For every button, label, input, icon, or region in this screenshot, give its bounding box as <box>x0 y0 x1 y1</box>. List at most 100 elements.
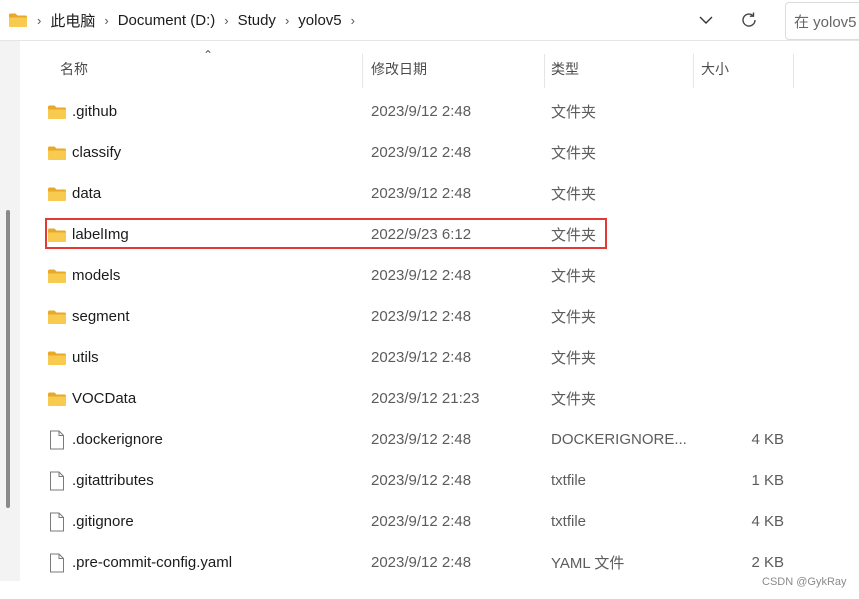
folder-icon <box>46 378 68 419</box>
file-icon <box>46 460 68 501</box>
column-header-type[interactable]: 类型 <box>551 48 579 90</box>
file-name[interactable]: labelImg <box>72 214 129 255</box>
breadcrumb[interactable]: › 此电脑 › Document (D:) › Study › yolov5 › <box>0 0 772 40</box>
file-name[interactable]: .github <box>72 91 117 132</box>
file-type: 文件夹 <box>551 227 597 244</box>
file-type: YAML 文件 <box>551 555 625 572</box>
folder-icon <box>46 214 68 255</box>
file-row[interactable]: classify 2023/9/12 2:48 文件夹 <box>20 132 859 173</box>
search-input[interactable]: 在 yolov5 <box>785 2 859 40</box>
file-size: 4 KB <box>751 513 784 530</box>
file-name[interactable]: .gitattributes <box>72 460 154 501</box>
address-bar: › 此电脑 › Document (D:) › Study › yolov5 ›… <box>0 0 859 41</box>
column-divider[interactable] <box>544 54 545 88</box>
file-row[interactable]: segment 2023/9/12 2:48 文件夹 <box>20 296 859 337</box>
scrollbar-track[interactable] <box>0 41 20 581</box>
file-type: 文件夹 <box>551 104 597 121</box>
file-row[interactable]: VOCData 2023/9/12 21:23 文件夹 <box>20 378 859 419</box>
file-size: 1 KB <box>751 472 784 489</box>
file-row[interactable]: labelImg 2022/9/23 6:12 文件夹 <box>20 214 859 255</box>
file-list: .github 2023/9/12 2:48 文件夹 classify 2023/9/1… <box>20 91 859 583</box>
file-row[interactable]: utils 2023/9/12 2:48 文件夹 <box>20 337 859 378</box>
refresh-button[interactable] <box>736 7 762 33</box>
file-name[interactable]: segment <box>72 296 130 337</box>
file-date: 2023/9/12 2:48 <box>371 513 472 530</box>
refresh-icon <box>742 12 756 27</box>
file-row[interactable]: data 2023/9/12 2:48 文件夹 <box>20 173 859 214</box>
chevron-right-icon[interactable]: › <box>104 13 108 28</box>
file-icon <box>46 419 68 460</box>
folder-icon <box>8 12 28 28</box>
column-header-size[interactable]: 大小 <box>701 48 729 90</box>
file-name[interactable]: .gitignore <box>72 501 134 542</box>
file-size <box>700 337 784 378</box>
address-history-dropdown[interactable] <box>695 9 717 31</box>
file-size <box>700 91 784 132</box>
column-divider[interactable] <box>793 54 794 88</box>
sort-ascending-icon: ⌃ <box>203 48 214 62</box>
column-header-name[interactable]: 名称 <box>60 48 88 90</box>
file-row[interactable]: .github 2023/9/12 2:48 文件夹 <box>20 91 859 132</box>
file-row[interactable]: .dockerignore 2023/9/12 2:48 DOCKERIGNORE.… <box>20 419 859 460</box>
chevron-right-icon[interactable]: › <box>37 13 41 28</box>
file-icon <box>46 501 68 542</box>
file-type: DOCKERIGNORE... <box>551 431 687 448</box>
file-size <box>700 173 784 214</box>
breadcrumb-item-yolov5[interactable]: yolov5 <box>298 12 341 29</box>
file-name[interactable]: models <box>72 255 120 296</box>
file-type: 文件夹 <box>551 391 597 408</box>
scrollbar-thumb[interactable] <box>6 210 10 508</box>
folder-icon <box>46 91 68 132</box>
column-header-date[interactable]: 修改日期 <box>371 48 427 90</box>
file-date: 2023/9/12 2:48 <box>371 267 472 284</box>
file-size <box>700 296 784 337</box>
column-header-row: 名称 ⌃ 修改日期 类型 大小 <box>20 48 859 90</box>
breadcrumb-item-study[interactable]: Study <box>238 12 276 29</box>
folder-icon <box>46 132 68 173</box>
file-size <box>700 132 784 173</box>
folder-icon <box>46 173 68 214</box>
breadcrumb-item-this-pc[interactable]: 此电脑 <box>50 10 95 31</box>
chevron-right-icon[interactable]: › <box>224 13 228 28</box>
file-size: 4 KB <box>751 431 784 448</box>
file-row[interactable]: .gitignore 2023/9/12 2:48 txtfile 4 KB <box>20 501 859 542</box>
file-type: 文件夹 <box>551 309 597 326</box>
file-name[interactable]: utils <box>72 337 99 378</box>
file-row[interactable]: models 2023/9/12 2:48 文件夹 <box>20 255 859 296</box>
file-size <box>700 214 784 255</box>
file-type: 文件夹 <box>551 350 597 367</box>
folder-icon <box>46 296 68 337</box>
file-row[interactable]: .pre-commit-config.yaml 2023/9/12 2:48 YAM… <box>20 542 859 583</box>
file-date: 2022/9/23 6:12 <box>371 226 472 243</box>
file-size <box>700 378 784 419</box>
chevron-right-icon[interactable]: › <box>351 13 355 28</box>
file-type: 文件夹 <box>551 186 597 203</box>
file-name[interactable]: data <box>72 173 101 214</box>
watermark: CSDN @GykRay <box>762 576 847 588</box>
file-name[interactable]: .pre-commit-config.yaml <box>72 542 232 583</box>
chevron-right-icon[interactable]: › <box>285 13 289 28</box>
file-date: 2023/9/12 21:23 <box>371 390 480 407</box>
file-date: 2023/9/12 2:48 <box>371 144 472 161</box>
folder-icon <box>46 255 68 296</box>
file-row[interactable]: .gitattributes 2023/9/12 2:48 txtfile 1 KB <box>20 460 859 501</box>
column-divider[interactable] <box>362 54 363 88</box>
file-type: 文件夹 <box>551 145 597 162</box>
file-date: 2023/9/12 2:48 <box>371 554 472 571</box>
file-date: 2023/9/12 2:48 <box>371 431 472 448</box>
file-date: 2023/9/12 2:48 <box>371 185 472 202</box>
file-type: txtfile <box>551 472 587 489</box>
file-size <box>700 255 784 296</box>
column-divider[interactable] <box>693 54 694 88</box>
file-icon <box>46 542 68 583</box>
file-name[interactable]: .dockerignore <box>72 419 163 460</box>
chevron-down-icon <box>699 16 713 24</box>
breadcrumb-item-drive[interactable]: Document (D:) <box>118 12 216 29</box>
file-date: 2023/9/12 2:48 <box>371 472 472 489</box>
file-name[interactable]: classify <box>72 132 121 173</box>
folder-icon <box>46 337 68 378</box>
file-date: 2023/9/12 2:48 <box>371 103 472 120</box>
file-name[interactable]: VOCData <box>72 378 136 419</box>
file-type: 文件夹 <box>551 268 597 285</box>
file-date: 2023/9/12 2:48 <box>371 349 472 366</box>
